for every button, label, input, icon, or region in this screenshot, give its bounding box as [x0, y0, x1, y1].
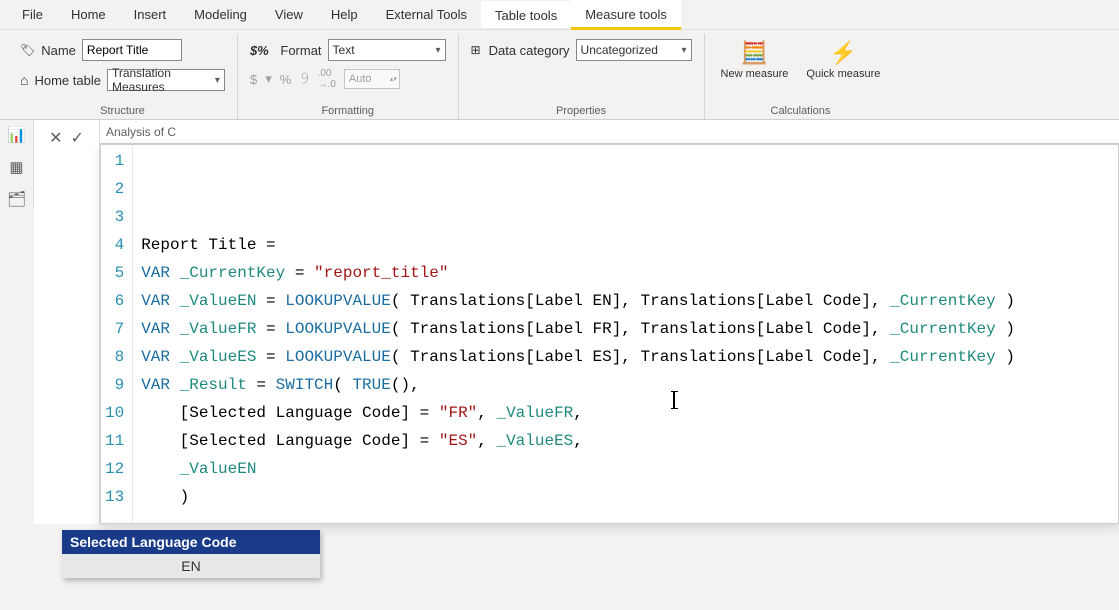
data-category-dropdown[interactable]: Uncategorized: [576, 39, 692, 61]
home-table-label: Home table: [20, 72, 101, 88]
menu-measure-tools[interactable]: Measure tools: [571, 0, 681, 30]
decimal-places-spinner[interactable]: Auto: [344, 69, 400, 89]
view-rail: 📊 ▦ 🗂: [0, 120, 34, 208]
selected-language-value: EN: [62, 554, 320, 578]
text-cursor-icon: [673, 391, 675, 409]
menu-table-tools[interactable]: Table tools: [481, 1, 571, 28]
currency-button[interactable]: $: [250, 72, 257, 87]
report-view-icon[interactable]: 📊: [7, 126, 26, 144]
code-line[interactable]: ): [141, 483, 1110, 511]
new-measure-label: New measure: [721, 68, 789, 80]
menubar: File Home Insert Modeling View Help Exte…: [0, 0, 1119, 30]
menu-modeling[interactable]: Modeling: [180, 2, 261, 27]
model-view-icon[interactable]: 🗂: [7, 190, 26, 208]
formula-cancel-icon[interactable]: ✕: [49, 128, 62, 148]
quick-measure-button[interactable]: ⚡ Quick measure: [802, 38, 884, 82]
code-line[interactable]: [Selected Language Code] = "FR", _ValueF…: [141, 399, 1110, 427]
name-label: Name: [20, 43, 76, 58]
dax-editor[interactable]: 12345678910111213 Report Title = VAR _Cu…: [100, 144, 1119, 524]
menu-view[interactable]: View: [261, 2, 317, 27]
home-table-dropdown[interactable]: Translation Measures: [107, 69, 225, 91]
data-view-icon[interactable]: ▦: [9, 158, 23, 176]
ribbon-group-formatting: $% Format Text $ ▾ % 𝟿 .00→.0 Auto Forma…: [238, 34, 459, 119]
percent-button[interactable]: %: [280, 72, 292, 87]
ribbon-group-calculations: 🧮 New measure ⚡ Quick measure Calculatio…: [705, 34, 897, 119]
decimals-button[interactable]: .00→.0: [318, 68, 336, 90]
report-canvas: Transa Transac ✕ ✓ Analysis of C: [34, 120, 1119, 208]
selected-language-visual[interactable]: Selected Language Code EN: [62, 530, 320, 578]
measure-name-input[interactable]: [82, 39, 182, 61]
ribbon-group-properties: Data category Uncategorized Properties: [459, 34, 705, 119]
calculations-group-label: Calculations: [717, 103, 885, 117]
menu-home[interactable]: Home: [57, 2, 120, 27]
selected-language-header: Selected Language Code: [62, 530, 320, 554]
code-line[interactable]: VAR _ValueFR = LOOKUPVALUE( Translations…: [141, 315, 1110, 343]
code-line[interactable]: _ValueEN: [141, 455, 1110, 483]
code-area[interactable]: Report Title = VAR _CurrentKey = "report…: [133, 145, 1118, 523]
code-line[interactable]: VAR _ValueEN = LOOKUPVALUE( Translations…: [141, 287, 1110, 315]
format-label: $% Format: [250, 43, 322, 58]
quick-measure-label: Quick measure: [806, 68, 880, 80]
menu-external-tools[interactable]: External Tools: [372, 2, 481, 27]
main-area: 📊 ▦ 🗂 Transa Transac ✕ ✓: [0, 120, 1119, 208]
menu-file[interactable]: File: [8, 2, 57, 27]
code-line[interactable]: VAR _CurrentKey = "report_title": [141, 259, 1110, 287]
structure-group-label: Structure: [20, 103, 225, 117]
currency-dropdown-icon[interactable]: ▾: [265, 71, 272, 87]
line-gutter: 12345678910111213: [101, 145, 133, 523]
code-line[interactable]: [141, 511, 1110, 524]
formula-commit-icon[interactable]: ✓: [71, 128, 84, 148]
code-line[interactable]: VAR _Result = SWITCH( TRUE(),: [141, 371, 1110, 399]
code-line[interactable]: [Selected Language Code] = "ES", _ValueE…: [141, 427, 1110, 455]
format-dropdown[interactable]: Text: [328, 39, 446, 61]
page-tab[interactable]: Analysis of C: [106, 125, 176, 139]
thousands-button[interactable]: 𝟿: [299, 70, 309, 88]
data-category-label: Data category: [471, 43, 570, 58]
calculator-icon: 🧮: [741, 40, 768, 66]
ribbon: Name Home table Translation Measures Str…: [0, 30, 1119, 120]
formatting-group-label: Formatting: [250, 103, 446, 117]
quick-measure-icon: ⚡: [830, 40, 857, 66]
properties-group-label: Properties: [471, 103, 692, 117]
menu-help[interactable]: Help: [317, 2, 372, 27]
new-measure-button[interactable]: 🧮 New measure: [717, 38, 793, 82]
ribbon-group-structure: Name Home table Translation Measures Str…: [8, 34, 238, 119]
menu-insert[interactable]: Insert: [120, 2, 181, 27]
code-line[interactable]: VAR _ValueES = LOOKUPVALUE( Translations…: [141, 343, 1110, 371]
code-line[interactable]: Report Title =: [141, 231, 1110, 259]
formula-bar: ✕ ✓ Analysis of C 12345678910111213 Repo…: [34, 120, 1119, 524]
